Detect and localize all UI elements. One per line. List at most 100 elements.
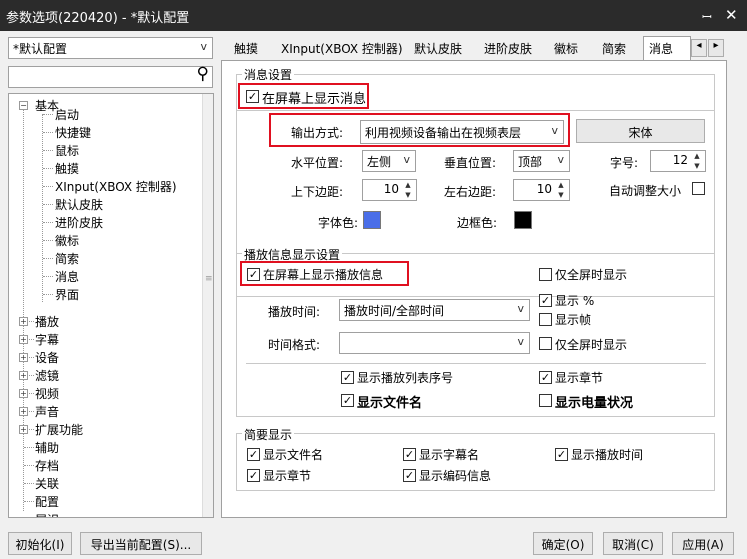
auto-size-checkbox[interactable] <box>692 182 705 195</box>
brief-chapter-checkbox[interactable]: ✓ <box>247 469 260 482</box>
font-color-swatch[interactable] <box>363 211 381 229</box>
show-percent-checkbox[interactable]: ✓ <box>539 294 552 307</box>
time-format-select[interactable]: v <box>339 332 530 354</box>
border-color-swatch[interactable] <box>514 211 532 229</box>
ok-button[interactable]: 确定(O) <box>533 532 593 555</box>
tree-item[interactable]: 徽标 <box>55 232 79 249</box>
tb-margin-stepper[interactable]: 10 ▲ ▼ <box>362 179 417 201</box>
tab-scroll-left-button[interactable]: ◂ <box>691 39 707 57</box>
tree-item[interactable]: 简索 <box>55 250 79 267</box>
brief-filename-checkbox[interactable]: ✓ <box>247 448 260 461</box>
tree-item[interactable]: 辅助 <box>35 439 59 456</box>
tree-item[interactable]: 滤镜 <box>35 367 59 384</box>
tree-item[interactable]: 默认皮肤 <box>55 196 103 213</box>
tree-expand-icon[interactable]: + <box>19 371 28 380</box>
show-battery-checkbox[interactable] <box>539 394 552 407</box>
search-icon[interactable]: ⚲ <box>197 64 209 84</box>
chevron-down-icon: v <box>517 302 524 315</box>
tree-item[interactable]: XInput(XBOX 控制器) <box>55 178 177 195</box>
tree-expand-icon[interactable]: + <box>19 317 28 326</box>
tree-item[interactable]: 界面 <box>55 286 79 303</box>
show-frame-checkbox[interactable] <box>539 313 552 326</box>
tree-item[interactable]: 播放 <box>35 313 59 330</box>
title-bar: 参数选项(220420) - *默认配置 ꟷ ✕ <box>0 0 747 31</box>
apply-button[interactable]: 应用(A) <box>672 532 734 555</box>
tree-item[interactable]: 声音 <box>35 403 59 420</box>
tree-item[interactable]: 配置 <box>35 493 59 510</box>
tab[interactable]: XInput(XBOX 控制器) <box>276 37 406 59</box>
fullscreen-only-checkbox-1[interactable] <box>539 268 552 281</box>
tree-item[interactable]: 触摸 <box>55 160 79 177</box>
show-playlist-no-label: 显示播放列表序号 <box>357 371 454 385</box>
tree-item[interactable]: 字幕 <box>35 331 59 348</box>
tab[interactable]: 简索 <box>597 37 639 59</box>
show-playlist-no-checkbox[interactable]: ✓ <box>341 371 354 384</box>
profile-select-value: *默认配置 <box>13 42 68 56</box>
tab-scroll-right-button[interactable]: ▸ <box>708 39 724 57</box>
play-time-select[interactable]: 播放时间/全部时间 v <box>339 299 530 321</box>
tree-item[interactable]: 存档 <box>35 457 59 474</box>
tb-margin-value: 10 <box>383 182 399 196</box>
close-icon[interactable]: ✕ <box>725 6 738 24</box>
tab[interactable]: 徽标 <box>549 37 591 59</box>
show-chapter-label: 显示章节 <box>555 371 604 385</box>
h-position-select[interactable]: 左侧 v <box>362 150 416 172</box>
brief-codec-label: 显示编码信息 <box>419 469 492 483</box>
tree-item[interactable]: 关联 <box>35 475 59 492</box>
tree-expand-icon[interactable]: + <box>19 353 28 362</box>
tree-item[interactable]: 消息 <box>55 268 79 285</box>
tree-expand-icon[interactable]: + <box>19 389 28 398</box>
export-config-button[interactable]: 导出当前配置(S)... <box>80 532 202 555</box>
tree-item[interactable]: 快捷键 <box>55 124 91 141</box>
v-position-label: 垂直位置: <box>444 156 497 170</box>
brief-subtitle-checkbox[interactable]: ✓ <box>403 448 416 461</box>
tab[interactable]: 默认皮肤 <box>409 37 475 59</box>
show-chapter-checkbox[interactable]: ✓ <box>539 371 552 384</box>
chevron-down-icon: v <box>557 153 564 166</box>
message-settings-title: 消息设置 <box>242 66 295 83</box>
stepper-arrows-icon[interactable]: ▲ ▼ <box>402 180 414 200</box>
tree-expand-icon[interactable]: + <box>19 407 28 416</box>
show-percent-label: 显示 % <box>555 294 595 308</box>
profile-select[interactable]: *默认配置 v <box>8 37 213 59</box>
brief-codec-checkbox[interactable]: ✓ <box>403 469 416 482</box>
init-button[interactable]: 初始化(I) <box>8 532 72 555</box>
lr-margin-stepper[interactable]: 10 ▲ ▼ <box>513 179 570 201</box>
tree-item[interactable]: 展识 <box>35 511 59 517</box>
tab[interactable]: 进阶皮肤 <box>479 37 545 59</box>
lr-margin-value: 10 <box>536 182 552 196</box>
fullscreen-only-label-2: 仅全屏时显示 <box>555 338 628 352</box>
search-input[interactable]: ⚲ <box>8 64 213 88</box>
font-size-value: 12 <box>672 153 688 167</box>
chevron-down-icon: v <box>517 335 524 348</box>
tab-bar: 触摸 XInput(XBOX 控制器) 默认皮肤 进阶皮肤 徽标 简索 消息 ◂ ▸ <box>221 36 727 61</box>
pin-icon[interactable]: ꟷ <box>702 8 712 25</box>
show-filename-checkbox[interactable]: ✓ <box>341 394 354 407</box>
stepper-arrows-icon[interactable]: ▲ ▼ <box>555 180 567 200</box>
v-position-select[interactable]: 顶部 v <box>513 150 570 172</box>
fullscreen-only-checkbox-2[interactable] <box>539 337 552 350</box>
tree-item[interactable]: 启动 <box>55 106 79 123</box>
font-size-stepper[interactable]: 12 ▲ ▼ <box>650 150 706 172</box>
font-button[interactable]: 宋体 <box>576 119 705 143</box>
tree-item[interactable]: 视频 <box>35 385 59 402</box>
h-position-label: 水平位置: <box>291 156 344 170</box>
tree-collapse-icon[interactable]: − <box>19 101 28 110</box>
brief-playtime-checkbox[interactable]: ✓ <box>555 448 568 461</box>
tree-item[interactable]: 鼠标 <box>55 142 79 159</box>
tree-item[interactable]: 进阶皮肤 <box>55 214 103 231</box>
brief-title: 简要显示 <box>242 426 295 443</box>
tree-item[interactable]: 扩展功能 <box>35 421 83 438</box>
tree-expand-icon[interactable]: + <box>19 335 28 344</box>
show-battery-label: 显示电量状况 <box>555 396 634 411</box>
tab[interactable]: 触摸 <box>229 37 269 59</box>
h-position-value: 左侧 <box>367 155 392 169</box>
cancel-button[interactable]: 取消(C) <box>603 532 663 555</box>
tree-scrollbar[interactable]: ≡ <box>202 94 213 517</box>
lr-margin-label: 左右边距: <box>444 185 497 199</box>
stepper-arrows-icon[interactable]: ▲ ▼ <box>691 151 703 171</box>
tree-item[interactable]: 设备 <box>35 349 59 366</box>
settings-tree[interactable]: − 基本 启动 快捷键 鼠标 触摸 XInput(XBOX 控制器) 默认皮肤 进阶皮肤 徽标… <box>8 93 214 518</box>
tab[interactable]: 消息 <box>643 36 691 61</box>
tree-expand-icon[interactable]: + <box>19 425 28 434</box>
